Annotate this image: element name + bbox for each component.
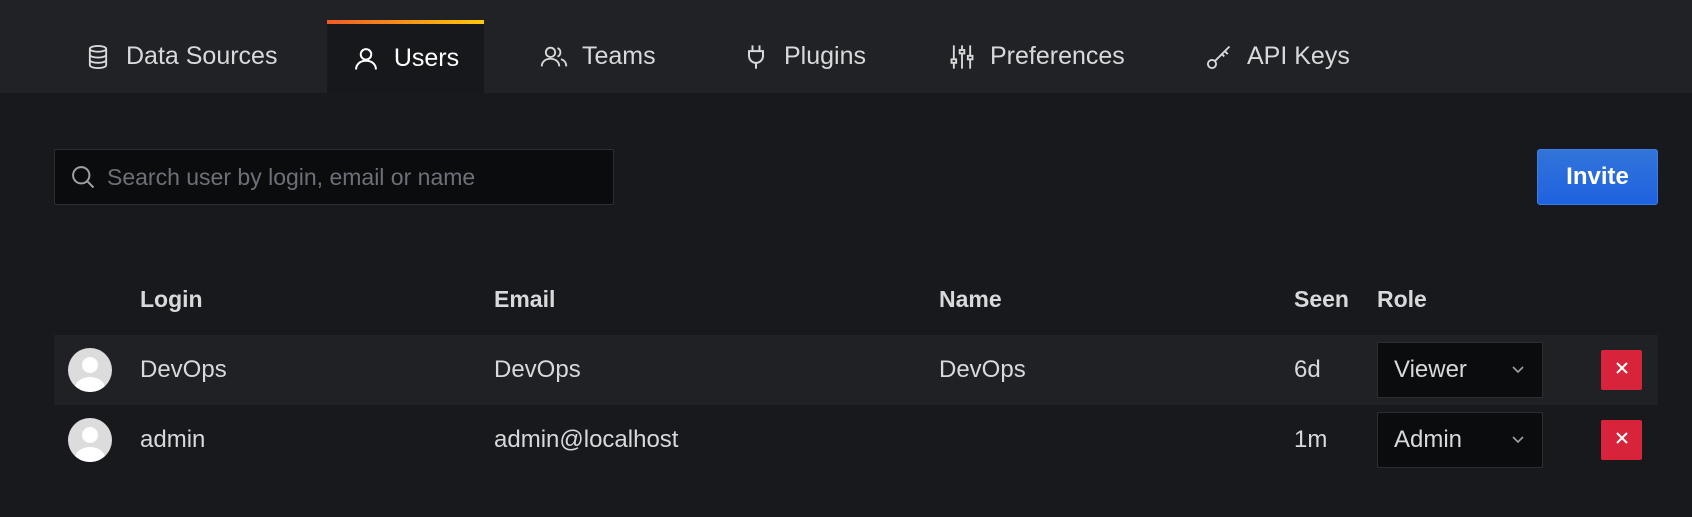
column-header-seen[interactable]: Seen: [1294, 286, 1349, 313]
role-value: Admin: [1394, 426, 1463, 453]
avatar: [68, 418, 112, 462]
tab-label: Teams: [582, 42, 656, 70]
role-value: Viewer: [1394, 356, 1467, 383]
invite-button[interactable]: Invite: [1537, 149, 1658, 205]
user-seen: 6d: [1294, 356, 1321, 383]
delete-user-button[interactable]: [1601, 350, 1642, 390]
key-icon: [1205, 43, 1233, 71]
tab-label: Users: [393, 44, 460, 72]
users-icon: [540, 43, 568, 71]
database-icon: [84, 43, 112, 71]
user-login[interactable]: DevOps: [140, 335, 227, 405]
tab-api-keys[interactable]: API Keys: [1205, 20, 1350, 93]
chevron-down-icon: [1510, 426, 1526, 454]
tab-label: API Keys: [1247, 42, 1350, 70]
user-icon: [352, 45, 380, 73]
search-box: [54, 149, 614, 205]
tab-label: Plugins: [784, 42, 866, 70]
user-login[interactable]: admin: [140, 405, 205, 475]
column-header-login[interactable]: Login: [140, 286, 203, 313]
user-name[interactable]: DevOps: [939, 335, 1026, 405]
table-row: admin admin@localhost 1m Admin: [54, 405, 1658, 475]
close-icon: [1614, 430, 1630, 451]
search-icon: [69, 163, 97, 191]
sliders-icon: [948, 43, 976, 71]
tab-preferences[interactable]: Preferences: [948, 20, 1125, 93]
tab-data-sources[interactable]: Data Sources: [84, 20, 277, 93]
search-input[interactable]: [107, 150, 613, 204]
user-seen: 1m: [1294, 426, 1328, 453]
tab-label: Data Sources: [126, 42, 278, 70]
user-email[interactable]: admin@localhost: [494, 405, 678, 475]
column-header-name[interactable]: Name: [939, 286, 1002, 313]
tab-teams[interactable]: Teams: [540, 20, 656, 93]
tab-plugins[interactable]: Plugins: [742, 20, 866, 93]
chevron-down-icon: [1510, 356, 1526, 384]
tab-users[interactable]: Users: [327, 20, 484, 93]
close-icon: [1614, 360, 1630, 381]
role-select[interactable]: Admin: [1377, 412, 1543, 468]
column-header-email[interactable]: Email: [494, 286, 555, 313]
role-select[interactable]: Viewer: [1377, 342, 1543, 398]
delete-user-button[interactable]: [1601, 420, 1642, 460]
tab-label: Preferences: [990, 42, 1125, 70]
avatar: [68, 348, 112, 392]
user-email[interactable]: DevOps: [494, 335, 581, 405]
column-header-role: Role: [1377, 286, 1427, 312]
plug-icon: [742, 43, 770, 71]
settings-tabbar: Data Sources Users Teams Plugins Prefere…: [0, 0, 1692, 93]
table-row: DevOps DevOps DevOps 6d Viewer: [54, 335, 1658, 405]
